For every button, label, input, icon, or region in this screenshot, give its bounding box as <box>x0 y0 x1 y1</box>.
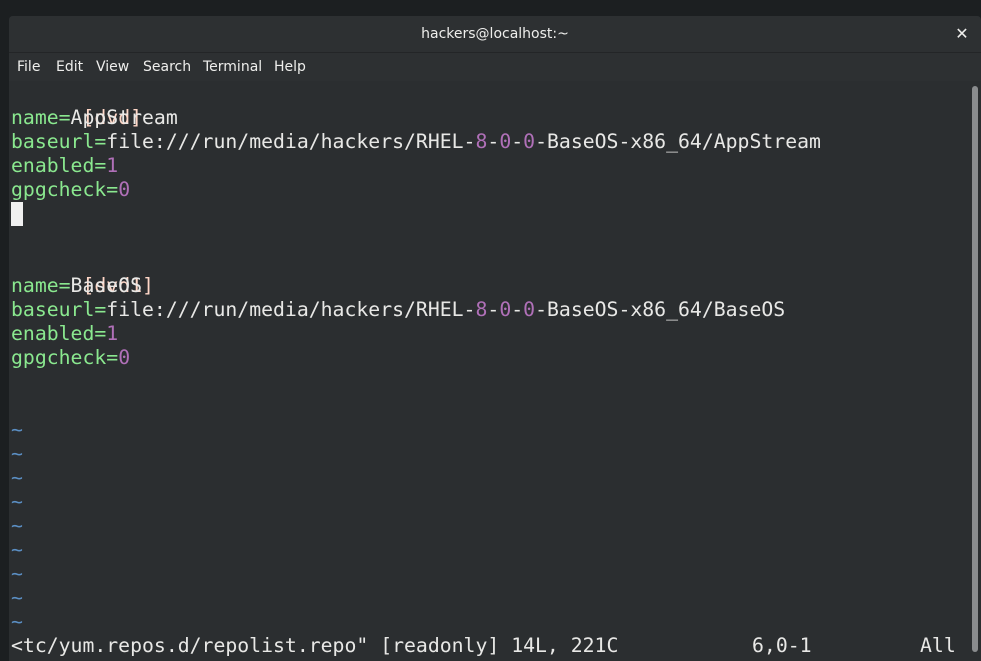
empty-line-tilde: ~ <box>11 610 23 633</box>
editor-line: baseurl=file:///run/media/hackers/RHEL-8… <box>11 298 785 322</box>
config-key: name= <box>11 274 71 297</box>
editor-line: gpgcheck=0 <box>11 178 130 202</box>
config-number: 0 <box>523 130 536 153</box>
status-cursor-position: 6,0-1 <box>752 634 812 657</box>
empty-line-tilde: ~ <box>11 442 23 465</box>
config-key: baseurl= <box>11 130 107 153</box>
config-value: - <box>487 130 500 153</box>
editor-line: [dvd1] <box>11 250 153 297</box>
config-number: 0 <box>118 178 131 201</box>
config-key: baseurl= <box>11 298 107 321</box>
editor-line: [dvd] <box>11 82 142 129</box>
empty-line-tilde: ~ <box>11 586 23 609</box>
config-number: 1 <box>106 322 119 345</box>
window-title: hackers@localhost:~ <box>421 26 569 42</box>
vim-editor[interactable]: [dvd] name=AppStream baseurl=file:///run… <box>9 82 967 661</box>
config-value: file:///run/media/hackers/RHEL- <box>106 130 476 153</box>
config-number: 0 <box>118 346 131 369</box>
menu-view[interactable]: View <box>96 53 129 81</box>
config-key: enabled= <box>11 322 107 345</box>
close-icon[interactable]: ✕ <box>951 23 973 45</box>
status-scroll-indicator: All <box>920 634 956 657</box>
scrollbar[interactable] <box>967 82 981 661</box>
menu-edit[interactable]: Edit <box>56 53 83 81</box>
editor-line: name=AppStream <box>11 106 178 130</box>
config-value: - <box>511 130 524 153</box>
empty-line-tilde: ~ <box>11 418 23 441</box>
config-value: -BaseOS-x86_64/BaseOS <box>535 298 786 321</box>
menu-search[interactable]: Search <box>143 53 191 81</box>
menu-help[interactable]: Help <box>274 53 306 81</box>
config-value: - <box>487 298 500 321</box>
config-number: 0 <box>499 298 512 321</box>
config-value: AppStream <box>70 106 178 129</box>
empty-line-tilde: ~ <box>11 466 23 489</box>
editor-line: enabled=1 <box>11 322 118 346</box>
config-number: 1 <box>106 154 119 177</box>
config-value: file:///run/media/hackers/RHEL- <box>106 298 476 321</box>
config-number: 0 <box>499 130 512 153</box>
empty-line-tilde: ~ <box>11 514 23 537</box>
editor-line: gpgcheck=0 <box>11 346 130 370</box>
config-number: 0 <box>523 298 536 321</box>
status-file-info: <tc/yum.repos.d/repolist.repo" [readonly… <box>11 634 619 657</box>
config-value: -BaseOS-x86_64/AppStream <box>535 130 821 153</box>
empty-line-tilde: ~ <box>11 490 23 513</box>
config-key: name= <box>11 106 71 129</box>
menu-file[interactable]: File <box>17 53 40 81</box>
config-number: 8 <box>475 298 488 321</box>
config-key: gpgcheck= <box>11 178 119 201</box>
empty-line-tilde: ~ <box>11 538 23 561</box>
menu-bar: File Edit View Search Terminal Help <box>9 53 981 81</box>
config-number: 8 <box>475 130 488 153</box>
editor-line: baseurl=file:///run/media/hackers/RHEL-8… <box>11 130 821 154</box>
empty-line-tilde: ~ <box>11 562 23 585</box>
config-key: gpgcheck= <box>11 346 119 369</box>
config-key: enabled= <box>11 154 107 177</box>
config-value: - <box>511 298 524 321</box>
editor-line: enabled=1 <box>11 154 118 178</box>
editor-line: name=BaseOS <box>11 274 142 298</box>
config-value: BaseOS <box>70 274 143 297</box>
terminal-window: hackers@localhost:~ ✕ File Edit View Sea… <box>9 16 981 661</box>
scrollbar-thumb[interactable] <box>972 86 978 652</box>
text-cursor <box>11 202 23 226</box>
title-bar[interactable]: hackers@localhost:~ ✕ <box>9 16 981 53</box>
menu-terminal[interactable]: Terminal <box>203 53 262 81</box>
